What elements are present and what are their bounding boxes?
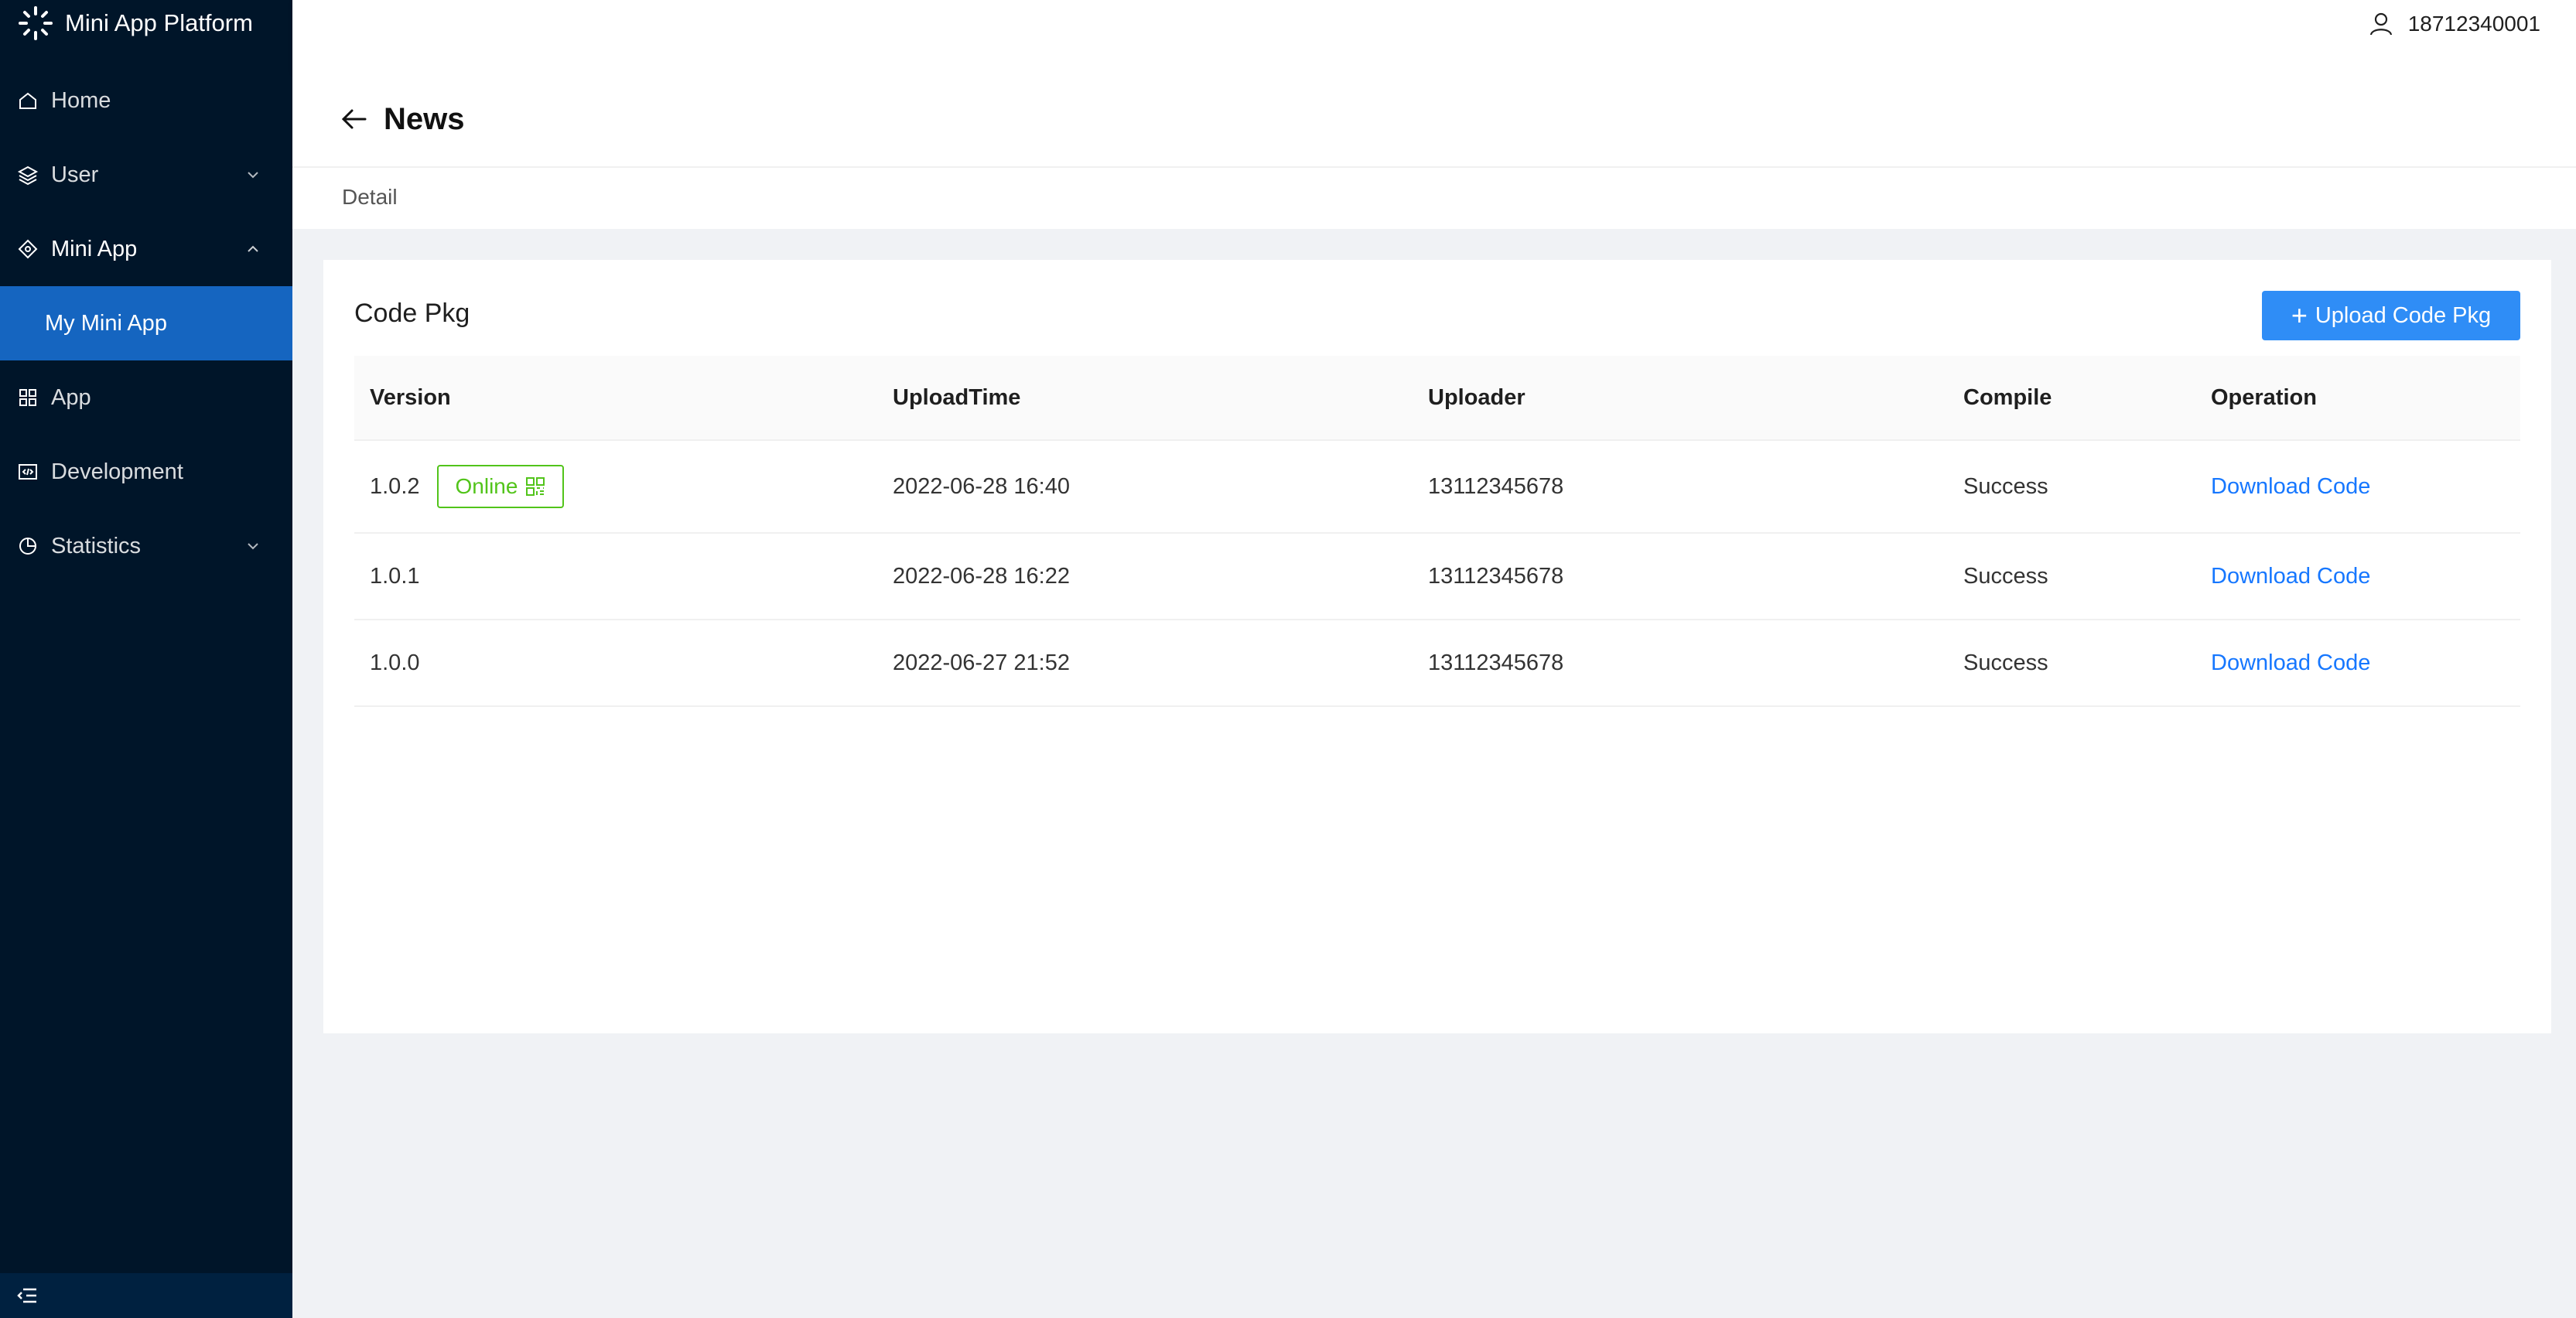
chevron-down-icon	[248, 172, 258, 179]
chevron-up-icon	[248, 245, 258, 252]
app-name: Mini App Platform	[65, 9, 253, 36]
sidebar-item-label: App	[51, 384, 91, 410]
sidebar-item-label: User	[51, 162, 99, 187]
table-row: 1.0.2 Online 2022-06-28 16:40 1311234567…	[354, 441, 2520, 534]
menu-fold-icon	[17, 1288, 36, 1303]
sidebar-item-mini-app[interactable]: Mini App	[0, 212, 292, 286]
divider	[292, 166, 2576, 168]
card-title: Code Pkg	[354, 299, 470, 328]
sidebar: Mini App Platform Home User Mini App My …	[0, 0, 292, 1318]
sidebar-nav: Home User Mini App My Mini App App Devel…	[0, 63, 292, 583]
version-cell: 1.0.2 Online	[354, 441, 893, 532]
diamond-icon	[17, 238, 39, 260]
upload-code-pkg-button[interactable]: + Upload Code Pkg	[2262, 291, 2520, 340]
arrow-left-icon[interactable]	[339, 104, 370, 135]
sidebar-item-home[interactable]: Home	[0, 63, 292, 138]
column-header-upload-time: UploadTime	[893, 384, 1021, 410]
code-pkg-card: Code Pkg + Upload Code Pkg Version Uploa…	[323, 260, 2551, 1033]
sidebar-item-label: Mini App	[51, 236, 138, 261]
upload-button-label: Upload Code Pkg	[2315, 302, 2492, 328]
sidebar-item-statistics[interactable]: Statistics	[0, 509, 292, 583]
sidebar-item-label: Statistics	[51, 533, 142, 558]
user-menu[interactable]: 18712340001	[2368, 0, 2540, 48]
operation-cell: Download Code	[2211, 534, 2520, 619]
home-icon	[17, 90, 39, 111]
page-title: News	[384, 101, 465, 136]
logo[interactable]: Mini App Platform	[0, 0, 292, 46]
sidebar-subitem-label: My Mini App	[45, 310, 167, 336]
page-header: News Detail	[292, 72, 2576, 229]
username: 18712340001	[2407, 12, 2540, 36]
version-value: 1.0.1	[370, 563, 420, 589]
sidebar-item-label: Development	[51, 459, 183, 484]
chevron-down-icon	[248, 543, 258, 550]
plus-icon: +	[2291, 299, 2308, 331]
sidebar-collapse-button[interactable]	[0, 1273, 292, 1318]
code-icon	[17, 461, 39, 483]
version-cell: 1.0.1	[354, 534, 893, 619]
upload-time-cell: 2022-06-27 21:52	[893, 650, 1070, 675]
qrcode-icon	[526, 477, 545, 496]
sidebar-item-my-mini-app[interactable]: My Mini App	[0, 286, 292, 360]
sidebar-item-development[interactable]: Development	[0, 435, 292, 509]
page-title-row: News	[339, 95, 465, 143]
download-code-link[interactable]: Download Code	[2211, 564, 2370, 589]
table-row: 1.0.0 2022-06-27 21:52 13112345678 Succe…	[354, 620, 2520, 707]
app-root: Mini App Platform Home User Mini App My …	[0, 0, 2576, 1318]
compile-cell: Success	[1963, 473, 2048, 499]
uploader-cell: 13112345678	[1428, 563, 1564, 589]
download-code-link[interactable]: Download Code	[2211, 650, 2370, 676]
online-tag[interactable]: Online	[436, 465, 565, 508]
compile-cell: Success	[1963, 563, 2048, 589]
column-header-uploader: Uploader	[1428, 384, 1525, 410]
sidebar-item-app[interactable]: App	[0, 360, 292, 435]
sidebar-item-label: Home	[51, 87, 111, 113]
table-row: 1.0.1 2022-06-28 16:22 13112345678 Succe…	[354, 534, 2520, 620]
uploader-cell: 13112345678	[1428, 473, 1564, 499]
upload-time-cell: 2022-06-28 16:40	[893, 473, 1070, 499]
compile-cell: Success	[1963, 650, 2048, 675]
version-value: 1.0.0	[370, 650, 420, 675]
pie-chart-icon	[17, 535, 39, 557]
table-header: Version UploadTime Uploader Compile Oper…	[354, 356, 2520, 441]
column-header-compile: Compile	[1963, 384, 2052, 410]
column-header-version: Version	[370, 384, 451, 410]
uploader-cell: 13112345678	[1428, 650, 1564, 675]
operation-cell: Download Code	[2211, 441, 2520, 532]
version-value: 1.0.2	[370, 473, 420, 499]
breadcrumb[interactable]: Detail	[342, 185, 398, 210]
download-code-link[interactable]: Download Code	[2211, 474, 2370, 500]
top-header: 18712340001	[292, 0, 2576, 72]
upload-time-cell: 2022-06-28 16:22	[893, 563, 1070, 589]
column-header-operation: Operation	[2211, 384, 2317, 410]
sidebar-item-user[interactable]: User	[0, 138, 292, 212]
layers-icon	[17, 164, 39, 186]
version-cell: 1.0.0	[354, 620, 893, 705]
grid-icon	[17, 387, 39, 408]
operation-cell: Download Code	[2211, 620, 2520, 705]
code-pkg-table: Version UploadTime Uploader Compile Oper…	[354, 356, 2520, 707]
logo-icon	[19, 6, 53, 40]
user-icon	[2369, 12, 2392, 36]
online-tag-label: Online	[455, 474, 518, 498]
